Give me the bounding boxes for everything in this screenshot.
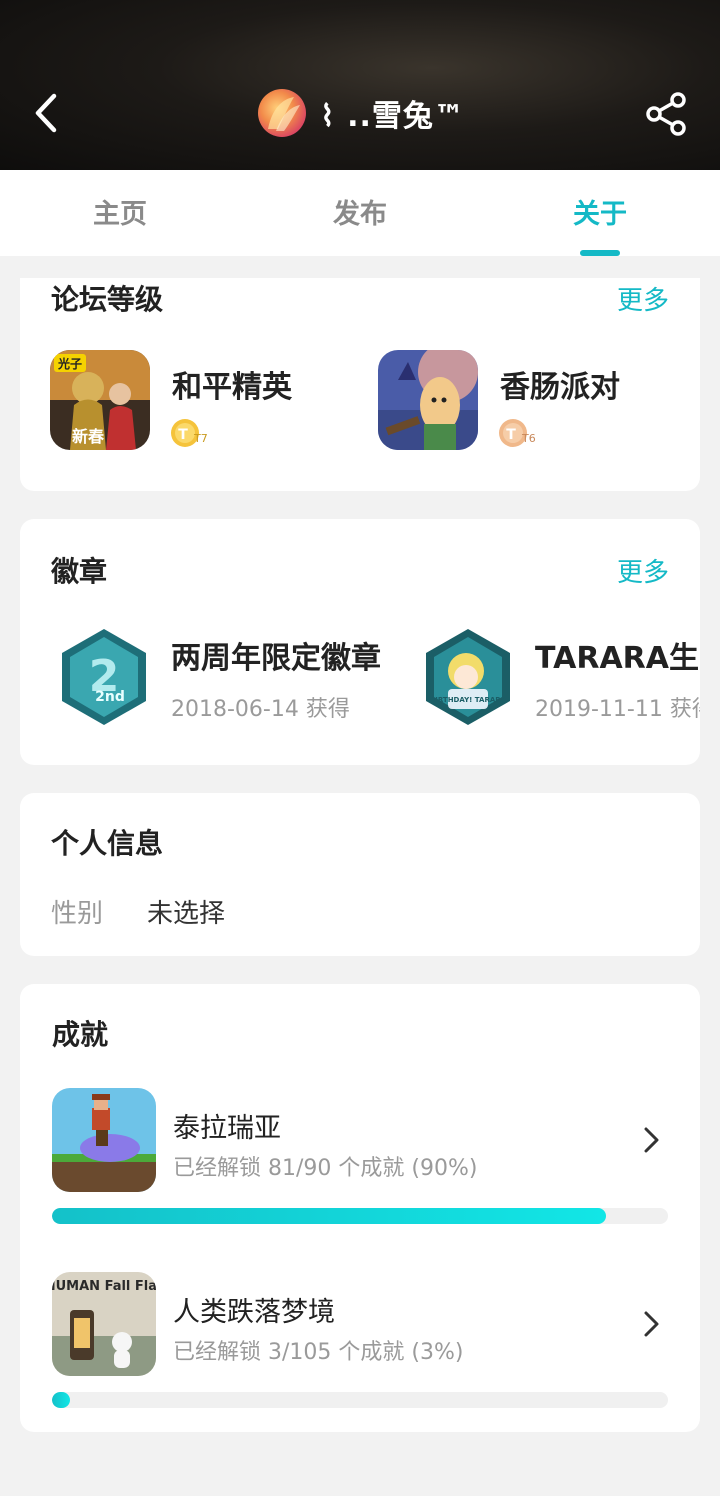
game-icon-sausage-party[interactable] <box>378 350 478 450</box>
gender-value: 未选择 <box>147 899 226 929</box>
achievement-game-name[interactable]: 泰拉瑞亚 <box>173 1106 281 1145</box>
chevron-right-icon[interactable] <box>640 1309 662 1339</box>
anniversary-badge-icon[interactable]: 2 2nd <box>58 627 150 727</box>
game-icon-peace-elite[interactable]: 光子 新春 <box>50 350 150 450</box>
badges-card: 徽章 更多 2 2nd 两周年限定徽章 2018-06-14 获得 BIRTHD… <box>20 519 700 765</box>
forum-level-card: 论坛等级 更多 光子 新春 和平精英 T T7 香肠派对 T T6 <box>20 278 700 491</box>
chevron-right-icon[interactable] <box>640 1125 662 1155</box>
game-icon-logo-text: HUMAN Fall Flat <box>52 1279 156 1294</box>
share-icon[interactable] <box>642 90 690 138</box>
level-value: T7 <box>194 432 208 445</box>
forum-level-title: 论坛等级 <box>51 283 164 316</box>
personal-info-title: 个人信息 <box>51 827 164 860</box>
active-tab-indicator <box>580 250 620 256</box>
achievement-game-icon[interactable]: HUMAN Fall Flat <box>52 1272 156 1376</box>
achievement-game-name[interactable]: 人类跌落梦境 <box>173 1290 335 1329</box>
achievement-progress-text: 已经解锁 81/90 个成就 (90%) <box>173 1156 478 1181</box>
achievement-progress-bar <box>52 1392 668 1408</box>
game-name-peace-elite[interactable]: 和平精英 <box>172 362 292 406</box>
achievement-progress-text: 已经解锁 3/105 个成就 (3%) <box>173 1340 464 1365</box>
badge-name[interactable]: TARARA生日 <box>535 633 700 677</box>
personal-info-card: 个人信息 性别 未选择 <box>20 793 700 956</box>
badges-title: 徽章 <box>51 555 108 588</box>
tarara-birthday-badge-icon[interactable]: BIRTHDAY! TARARA <box>422 627 514 727</box>
achievement-progress-fill <box>52 1208 607 1224</box>
game-name-sausage-party[interactable]: 香肠派对 <box>500 362 620 406</box>
tab-home[interactable]: 主页 <box>60 192 180 231</box>
avatar[interactable] <box>258 89 306 137</box>
profile-header: ⌇ ..雪兔™ <box>0 0 720 170</box>
achievement-progress-fill <box>52 1392 71 1408</box>
tab-about[interactable]: 关于 <box>540 192 660 231</box>
gender-label: 性别 <box>51 899 104 929</box>
username: ⌇ ..雪兔™ <box>320 99 465 134</box>
game-icon-tag-text: 新春 <box>72 427 105 446</box>
tab-bar: 主页 发布 关于 <box>0 170 720 256</box>
badges-more-link[interactable]: 更多 <box>617 552 669 589</box>
back-arrow-icon[interactable] <box>28 90 68 136</box>
badge-icon-text: BIRTHDAY! TARARA <box>430 696 507 704</box>
svg-text:T: T <box>178 427 188 443</box>
level-value: T6 <box>522 432 536 445</box>
badge-date: 2019-11-11 获得 <box>535 697 700 722</box>
forum-level-more-link[interactable]: 更多 <box>617 280 669 317</box>
badge-name[interactable]: 两周年限定徽章 <box>171 633 381 677</box>
achievements-card: 成就 泰拉瑞亚 已经解锁 81/90 个成就 (90%) HUMAN Fal <box>20 984 700 1432</box>
achievement-game-icon[interactable] <box>52 1088 156 1192</box>
badge-icon-text: 2nd <box>95 689 125 705</box>
achievement-progress-bar <box>52 1208 668 1224</box>
achievements-title: 成就 <box>52 1018 109 1051</box>
tab-posts[interactable]: 发布 <box>300 192 420 231</box>
header-title: ⌇ ..雪兔™ <box>258 88 465 138</box>
svg-text:T: T <box>506 427 516 443</box>
game-icon-logo-text: 光子 <box>57 356 82 371</box>
badge-date: 2018-06-14 获得 <box>171 697 350 722</box>
